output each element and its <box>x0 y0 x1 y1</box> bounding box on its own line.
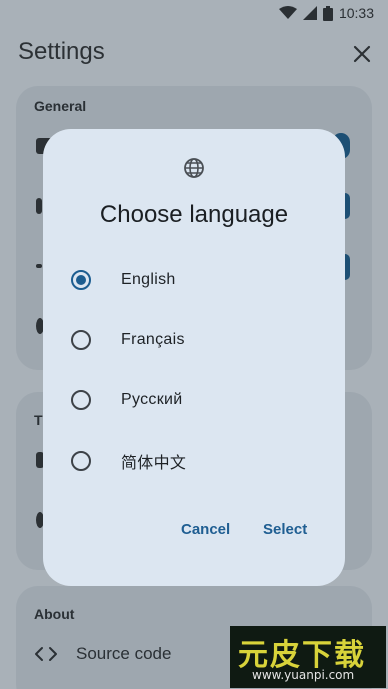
radio-button[interactable] <box>71 390 91 410</box>
language-option-label: Français <box>121 331 185 348</box>
radio-button[interactable] <box>71 330 91 350</box>
page-title: Settings <box>18 38 105 65</box>
radio-button[interactable] <box>71 270 91 290</box>
language-option-label: 简体中文 <box>121 455 187 472</box>
language-option-russian[interactable]: Русский <box>71 380 325 420</box>
language-option-label: English <box>121 271 176 288</box>
source-code-label: Source code <box>76 644 172 663</box>
cancel-button[interactable]: Cancel <box>181 521 230 538</box>
choose-language-dialog: Choose language English Français Русский… <box>43 129 345 586</box>
theme-section-label: T <box>34 412 43 428</box>
about-section-label: About <box>34 606 75 622</box>
dash-icon <box>36 264 42 268</box>
general-section-label: General <box>34 98 87 114</box>
language-option-french[interactable]: Français <box>71 320 325 360</box>
language-option-chinese[interactable]: 简体中文 <box>71 441 325 481</box>
language-option-label: Русский <box>121 391 183 408</box>
code-icon <box>35 647 57 661</box>
language-option-english[interactable]: English <box>71 260 325 300</box>
status-bar: 10:33 <box>0 0 388 28</box>
watermark-logo: 元皮下载 www.yuanpi.com <box>230 626 386 688</box>
radio-button[interactable] <box>71 451 91 471</box>
battery-icon <box>322 5 333 21</box>
waveform-icon <box>36 198 42 214</box>
select-button[interactable]: Select <box>263 521 307 538</box>
wifi-icon <box>278 6 297 19</box>
globe-icon <box>184 158 204 178</box>
watermark-url: www.yuanpi.com <box>252 668 355 682</box>
close-icon[interactable] <box>352 44 372 64</box>
signal-icon <box>302 6 317 20</box>
source-code-row[interactable]: Source code <box>34 644 171 664</box>
dialog-title: Choose language <box>99 201 289 228</box>
status-time: 10:33 <box>338 5 374 21</box>
